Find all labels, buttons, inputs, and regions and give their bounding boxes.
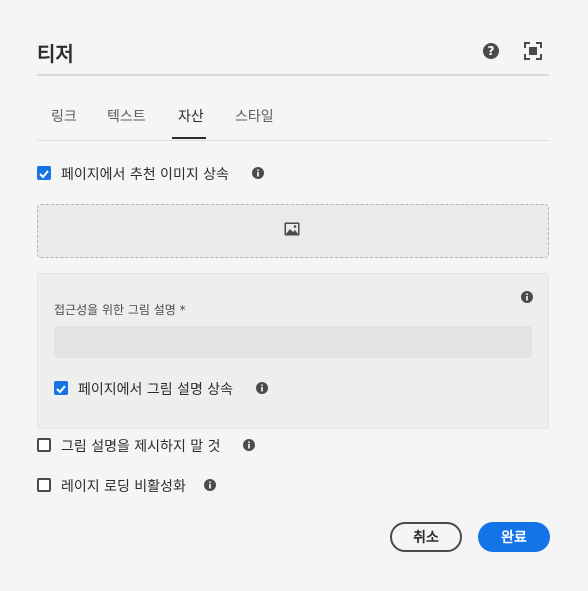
- tab-style[interactable]: 스타일: [235, 106, 274, 126]
- svg-text:?: ?: [488, 44, 495, 58]
- disable-lazy-loading-checkbox[interactable]: [37, 478, 51, 492]
- inherit-alt-text-label: 페이지에서 그림 설명 상속: [78, 382, 234, 398]
- tab-asset[interactable]: 자산: [178, 106, 204, 126]
- cancel-button[interactable]: 취소: [390, 522, 462, 552]
- tab-link[interactable]: 링크: [51, 106, 77, 126]
- alt-text-input[interactable]: [54, 326, 532, 358]
- active-tab-indicator: [172, 137, 206, 139]
- no-alt-text-checkbox[interactable]: [37, 438, 51, 452]
- info-icon[interactable]: [521, 291, 533, 303]
- tab-text[interactable]: 텍스트: [107, 106, 146, 126]
- info-icon[interactable]: [256, 382, 268, 394]
- image-drop-zone[interactable]: [37, 204, 549, 258]
- done-button[interactable]: 완료: [478, 522, 550, 552]
- help-icon[interactable]: ?: [482, 42, 500, 60]
- image-icon: [284, 222, 300, 236]
- info-icon[interactable]: [204, 479, 216, 491]
- checkmark-icon: [56, 385, 66, 394]
- no-alt-text-label: 그림 설명을 제시하지 말 것: [61, 439, 221, 455]
- inherit-featured-image-checkbox[interactable]: [37, 166, 51, 180]
- info-icon[interactable]: [252, 167, 264, 179]
- checkmark-icon: [39, 170, 49, 179]
- tab-list: 링크 텍스트 자산 스타일: [37, 100, 549, 141]
- inherit-featured-image-label: 페이지에서 추천 이미지 상속: [61, 167, 229, 183]
- teaser-dialog: 티저 ? 링크 텍스트 자산 스타일 페이지에서 추천 이미지 상속 접근성을 …: [0, 0, 588, 591]
- header-divider: [37, 74, 549, 76]
- alt-text-label: 접근성을 위한 그림 설명 *: [54, 303, 186, 317]
- info-icon[interactable]: [243, 439, 255, 451]
- inherit-alt-text-checkbox[interactable]: [54, 381, 68, 395]
- alt-text-panel: 접근성을 위한 그림 설명 * 페이지에서 그림 설명 상속: [37, 273, 549, 429]
- dialog-title: 티저: [37, 42, 74, 66]
- fullscreen-icon[interactable]: [524, 42, 542, 60]
- disable-lazy-loading-label: 레이지 로딩 비활성화: [61, 479, 186, 495]
